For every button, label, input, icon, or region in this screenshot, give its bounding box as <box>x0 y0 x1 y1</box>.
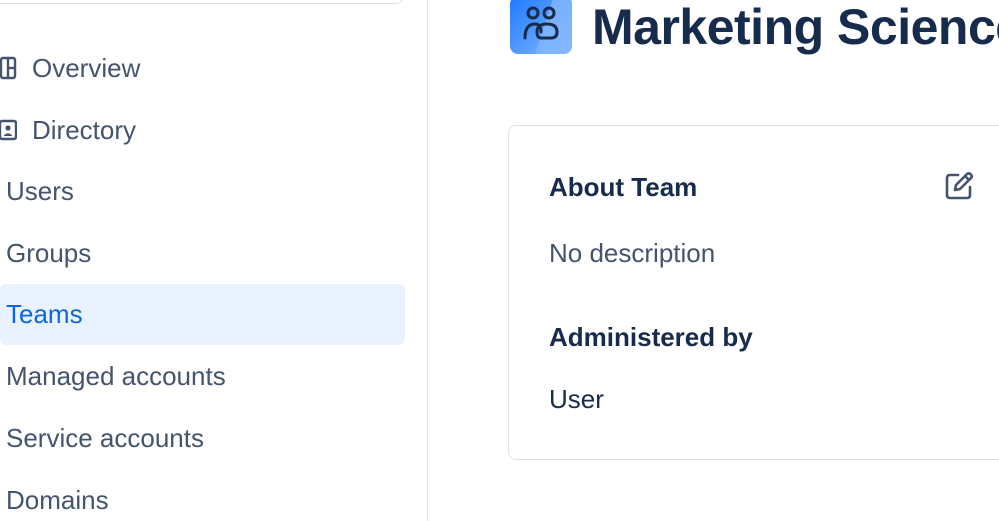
sidebar-item-label: Groups <box>6 237 92 268</box>
directory-icon <box>0 116 18 144</box>
app-root: Overview Directory Users Groups Teams Ma… <box>0 0 999 521</box>
sidebar-item-label: Service accounts <box>6 422 204 453</box>
sidebar-item-managed-accounts[interactable]: Managed accounts <box>0 346 405 406</box>
sidebar-item-domains[interactable]: Domains <box>0 470 405 521</box>
sidebar-item-label: Teams <box>6 299 83 329</box>
sidebar-item-overview[interactable]: Overview <box>0 38 405 98</box>
sidebar-item-service-accounts[interactable]: Service accounts <box>0 408 405 468</box>
main-content: Marketing Science About Team No descript… <box>430 0 999 521</box>
edit-about-button[interactable] <box>941 170 977 206</box>
sidebar: Overview Directory Users Groups Teams Ma… <box>0 0 428 521</box>
administered-by-heading: Administered by <box>549 322 753 352</box>
about-team-card: About Team No description Administered b… <box>508 125 999 460</box>
sidebar-item-label: Domains <box>6 484 109 515</box>
sidebar-item-directory[interactable]: Directory <box>0 100 405 160</box>
sidebar-item-groups[interactable]: Groups <box>0 223 405 283</box>
sidebar-item-label: Users <box>6 175 74 206</box>
sidebar-item-teams[interactable]: Teams <box>0 284 405 345</box>
sidebar-item-users[interactable]: Users <box>0 161 405 221</box>
administered-by-value: User <box>549 384 604 414</box>
team-avatar <box>510 0 572 54</box>
sidebar-search-box[interactable] <box>0 0 404 4</box>
about-team-heading: About Team <box>549 172 698 202</box>
edit-icon <box>943 170 975 207</box>
sidebar-item-label: Overview <box>32 52 141 83</box>
team-description: No description <box>549 238 716 268</box>
sidebar-item-label: Directory <box>32 114 137 145</box>
sidebar-item-label: Managed accounts <box>6 360 226 391</box>
page-title: Marketing Science <box>592 0 999 55</box>
overview-icon <box>0 54 18 82</box>
